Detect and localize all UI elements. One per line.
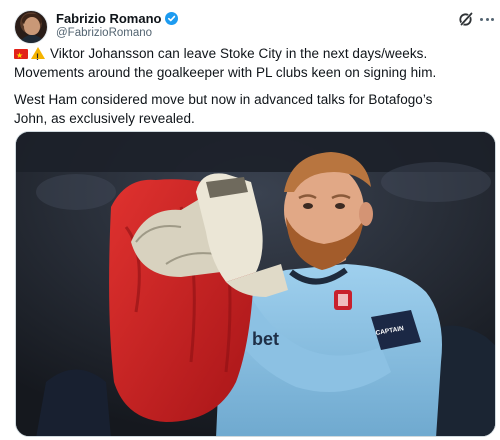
more-icon[interactable] (480, 12, 494, 26)
tweet-line-text: Viktor Johansson can leave Stoke City in… (50, 46, 428, 61)
more-dot (485, 17, 489, 21)
verified-badge-icon (165, 12, 179, 25)
tweet-media-image[interactable]: bet CAPTAIN (15, 131, 496, 437)
tweet-line: Viktor Johansson can leave Stoke City in… (14, 44, 492, 67)
flag-icon (14, 46, 28, 65)
avatar-face (24, 17, 40, 35)
tweet-card: Fabrizio Romano @FabrizioRomano Viktor J… (0, 0, 500, 440)
avatar[interactable] (14, 10, 48, 44)
author-name-row[interactable]: Fabrizio Romano (56, 11, 179, 26)
tweet-text-paragraph-1: Viktor Johansson can leave Stoke City in… (14, 44, 492, 82)
grok-icon[interactable] (458, 11, 474, 27)
author-handle[interactable]: @FabrizioRomano (56, 27, 152, 39)
more-dot (480, 17, 483, 21)
author-display-name[interactable]: Fabrizio Romano (56, 11, 161, 26)
warning-icon (31, 47, 45, 67)
tweet-text-paragraph-2: West Ham considered move but now in adva… (14, 90, 492, 128)
avatar-shoulders (18, 35, 46, 43)
shirt-sponsor-text: bet (252, 329, 279, 349)
goalkeeper-photo: bet CAPTAIN (16, 132, 495, 436)
tweet-line: Movements around the goalkeeper with PL … (14, 65, 437, 80)
more-dot (491, 17, 494, 21)
tweet-line: West Ham considered move but now in adva… (14, 92, 433, 107)
tweet-line: John, as exclusively revealed. (14, 111, 195, 126)
